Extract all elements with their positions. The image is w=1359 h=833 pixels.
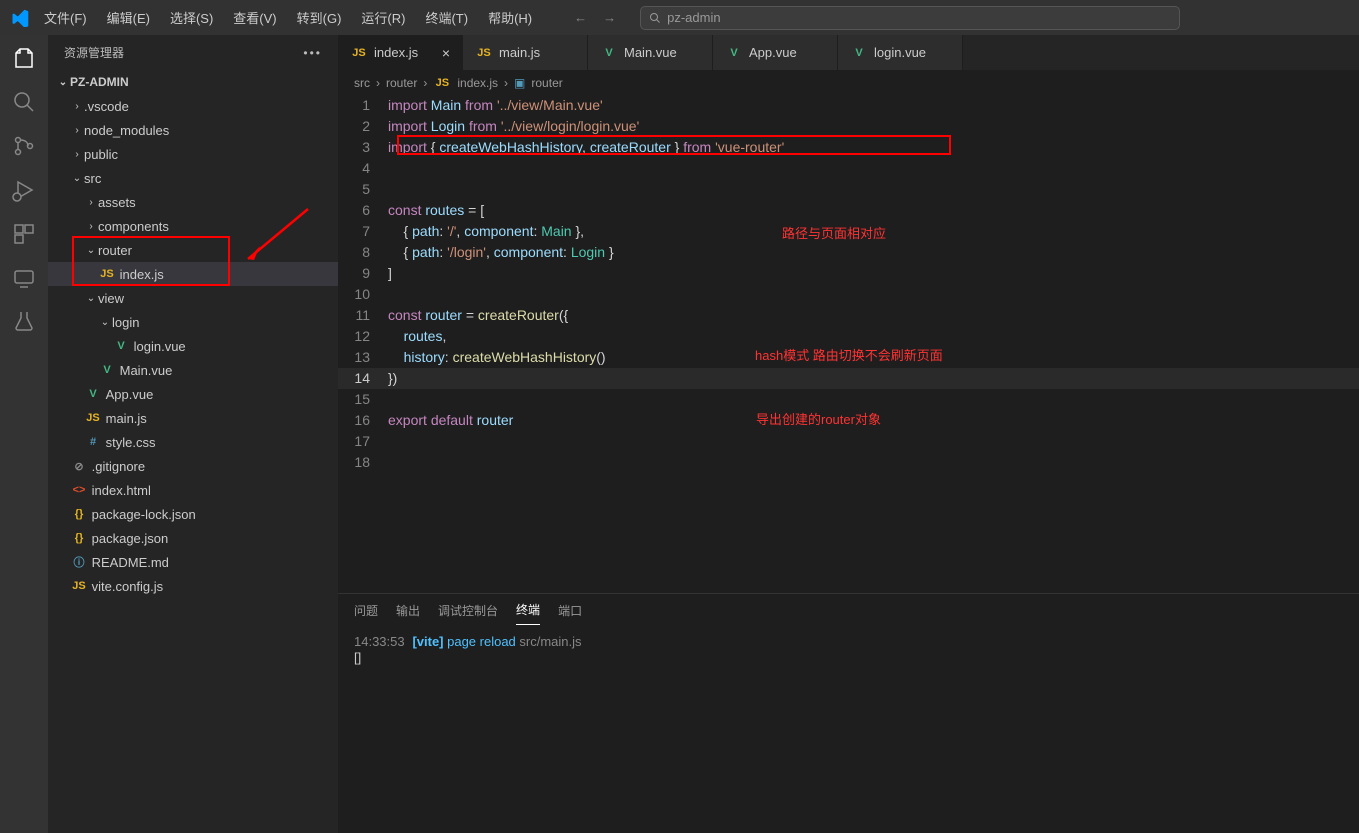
- search-icon: [649, 12, 661, 24]
- file-gitignore[interactable]: ⊘ .gitignore: [48, 454, 338, 478]
- project-title[interactable]: ⌄PZ-ADMIN: [48, 70, 338, 94]
- file-index-html[interactable]: <> index.html: [48, 478, 338, 502]
- terminal-panel: 问题 输出 调试控制台 终端 端口 14:33:53 [vite] page r…: [338, 593, 1359, 833]
- folder-public[interactable]: ›public: [48, 142, 338, 166]
- menu-help[interactable]: 帮助(H): [480, 4, 540, 31]
- folder-components[interactable]: ›components: [48, 214, 338, 238]
- folder-router[interactable]: ⌄router: [48, 238, 338, 262]
- menu-file[interactable]: 文件(F): [36, 4, 95, 31]
- folder-login[interactable]: ⌄login: [48, 310, 338, 334]
- file-login-vue[interactable]: V login.vue: [48, 334, 338, 358]
- tab-debug-console[interactable]: 调试控制台: [438, 596, 498, 625]
- tab-output[interactable]: 输出: [396, 596, 420, 625]
- terminal-cursor: []: [354, 650, 1343, 665]
- menu-goto[interactable]: 转到(G): [289, 4, 350, 31]
- folder-src[interactable]: ⌄src: [48, 166, 338, 190]
- tab-main-vue[interactable]: VMain.vue: [588, 35, 713, 70]
- file-readme[interactable]: ⓘ README.md: [48, 550, 338, 574]
- folder-vscode[interactable]: ›.vscode: [48, 94, 338, 118]
- tab-ports[interactable]: 端口: [558, 596, 582, 625]
- nav-arrows: ← →: [574, 10, 616, 25]
- file-router-index[interactable]: JS index.js: [48, 262, 338, 286]
- vscode-logo-icon: [8, 6, 32, 30]
- search-activity-icon[interactable]: [11, 89, 37, 115]
- tab-terminal[interactable]: 终端: [516, 595, 540, 625]
- menu-terminal[interactable]: 终端(T): [417, 4, 476, 31]
- command-center-search[interactable]: pz-admin: [640, 6, 1180, 30]
- tab-app-vue[interactable]: VApp.vue: [713, 35, 838, 70]
- title-bar: 文件(F) 编辑(E) 选择(S) 查看(V) 转到(G) 运行(R) 终端(T…: [0, 0, 1359, 35]
- tab-login-vue[interactable]: Vlogin.vue: [838, 35, 963, 70]
- editor-area: JSindex.js× JSmain.js VMain.vue VApp.vue…: [338, 35, 1359, 833]
- remote-icon[interactable]: [11, 265, 37, 291]
- editor-tabs: JSindex.js× JSmain.js VMain.vue VApp.vue…: [338, 35, 1359, 70]
- terminal-output[interactable]: 14:33:53 [vite] page reload src/main.js …: [338, 626, 1359, 833]
- annotation-1: 路径与页面相对应: [782, 223, 886, 244]
- close-icon[interactable]: ×: [442, 45, 450, 61]
- folder-assets[interactable]: ›assets: [48, 190, 338, 214]
- nav-back-icon[interactable]: ←: [574, 10, 587, 25]
- debug-icon[interactable]: [11, 177, 37, 203]
- file-package-lock[interactable]: {} package-lock.json: [48, 502, 338, 526]
- search-text: pz-admin: [667, 10, 720, 25]
- sidebar-header: 资源管理器 •••: [48, 35, 338, 70]
- extensions-icon[interactable]: [11, 221, 37, 247]
- menu-view[interactable]: 查看(V): [225, 4, 284, 31]
- more-icon[interactable]: •••: [303, 46, 322, 60]
- nav-forward-icon[interactable]: →: [603, 10, 616, 25]
- explorer-title: 资源管理器: [64, 44, 124, 61]
- menu-run[interactable]: 运行(R): [353, 4, 413, 31]
- annotation-2: hash模式 路由切换不会刷新页面: [755, 345, 943, 366]
- explorer-icon[interactable]: [11, 45, 37, 71]
- annotation-3: 导出创建的router对象: [756, 409, 881, 430]
- testing-icon[interactable]: [11, 309, 37, 335]
- sidebar: 资源管理器 ••• ⌄PZ-ADMIN ›.vscode ›node_modul…: [48, 35, 338, 833]
- breadcrumb[interactable]: src› router› JSindex.js› ▣router: [338, 70, 1359, 95]
- tab-problems[interactable]: 问题: [354, 596, 378, 625]
- file-main-vue[interactable]: V Main.vue: [48, 358, 338, 382]
- folder-view[interactable]: ⌄view: [48, 286, 338, 310]
- menu-edit[interactable]: 编辑(E): [99, 4, 158, 31]
- terminal-tabs: 问题 输出 调试控制台 终端 端口: [338, 594, 1359, 626]
- file-main-js[interactable]: JS main.js: [48, 406, 338, 430]
- folder-node-modules[interactable]: ›node_modules: [48, 118, 338, 142]
- tab-index-js[interactable]: JSindex.js×: [338, 35, 463, 70]
- source-control-icon[interactable]: [11, 133, 37, 159]
- file-style-css[interactable]: # style.css: [48, 430, 338, 454]
- file-app-vue[interactable]: V App.vue: [48, 382, 338, 406]
- file-tree: ›.vscode ›node_modules ›public ⌄src ›ass…: [48, 94, 338, 833]
- tab-main-js[interactable]: JSmain.js: [463, 35, 588, 70]
- code-editor[interactable]: 1import Main from '../view/Main.vue' 2im…: [338, 95, 1359, 593]
- file-package-json[interactable]: {} package.json: [48, 526, 338, 550]
- menu-select[interactable]: 选择(S): [162, 4, 221, 31]
- file-vite-config[interactable]: JS vite.config.js: [48, 574, 338, 598]
- activity-bar: [0, 35, 48, 833]
